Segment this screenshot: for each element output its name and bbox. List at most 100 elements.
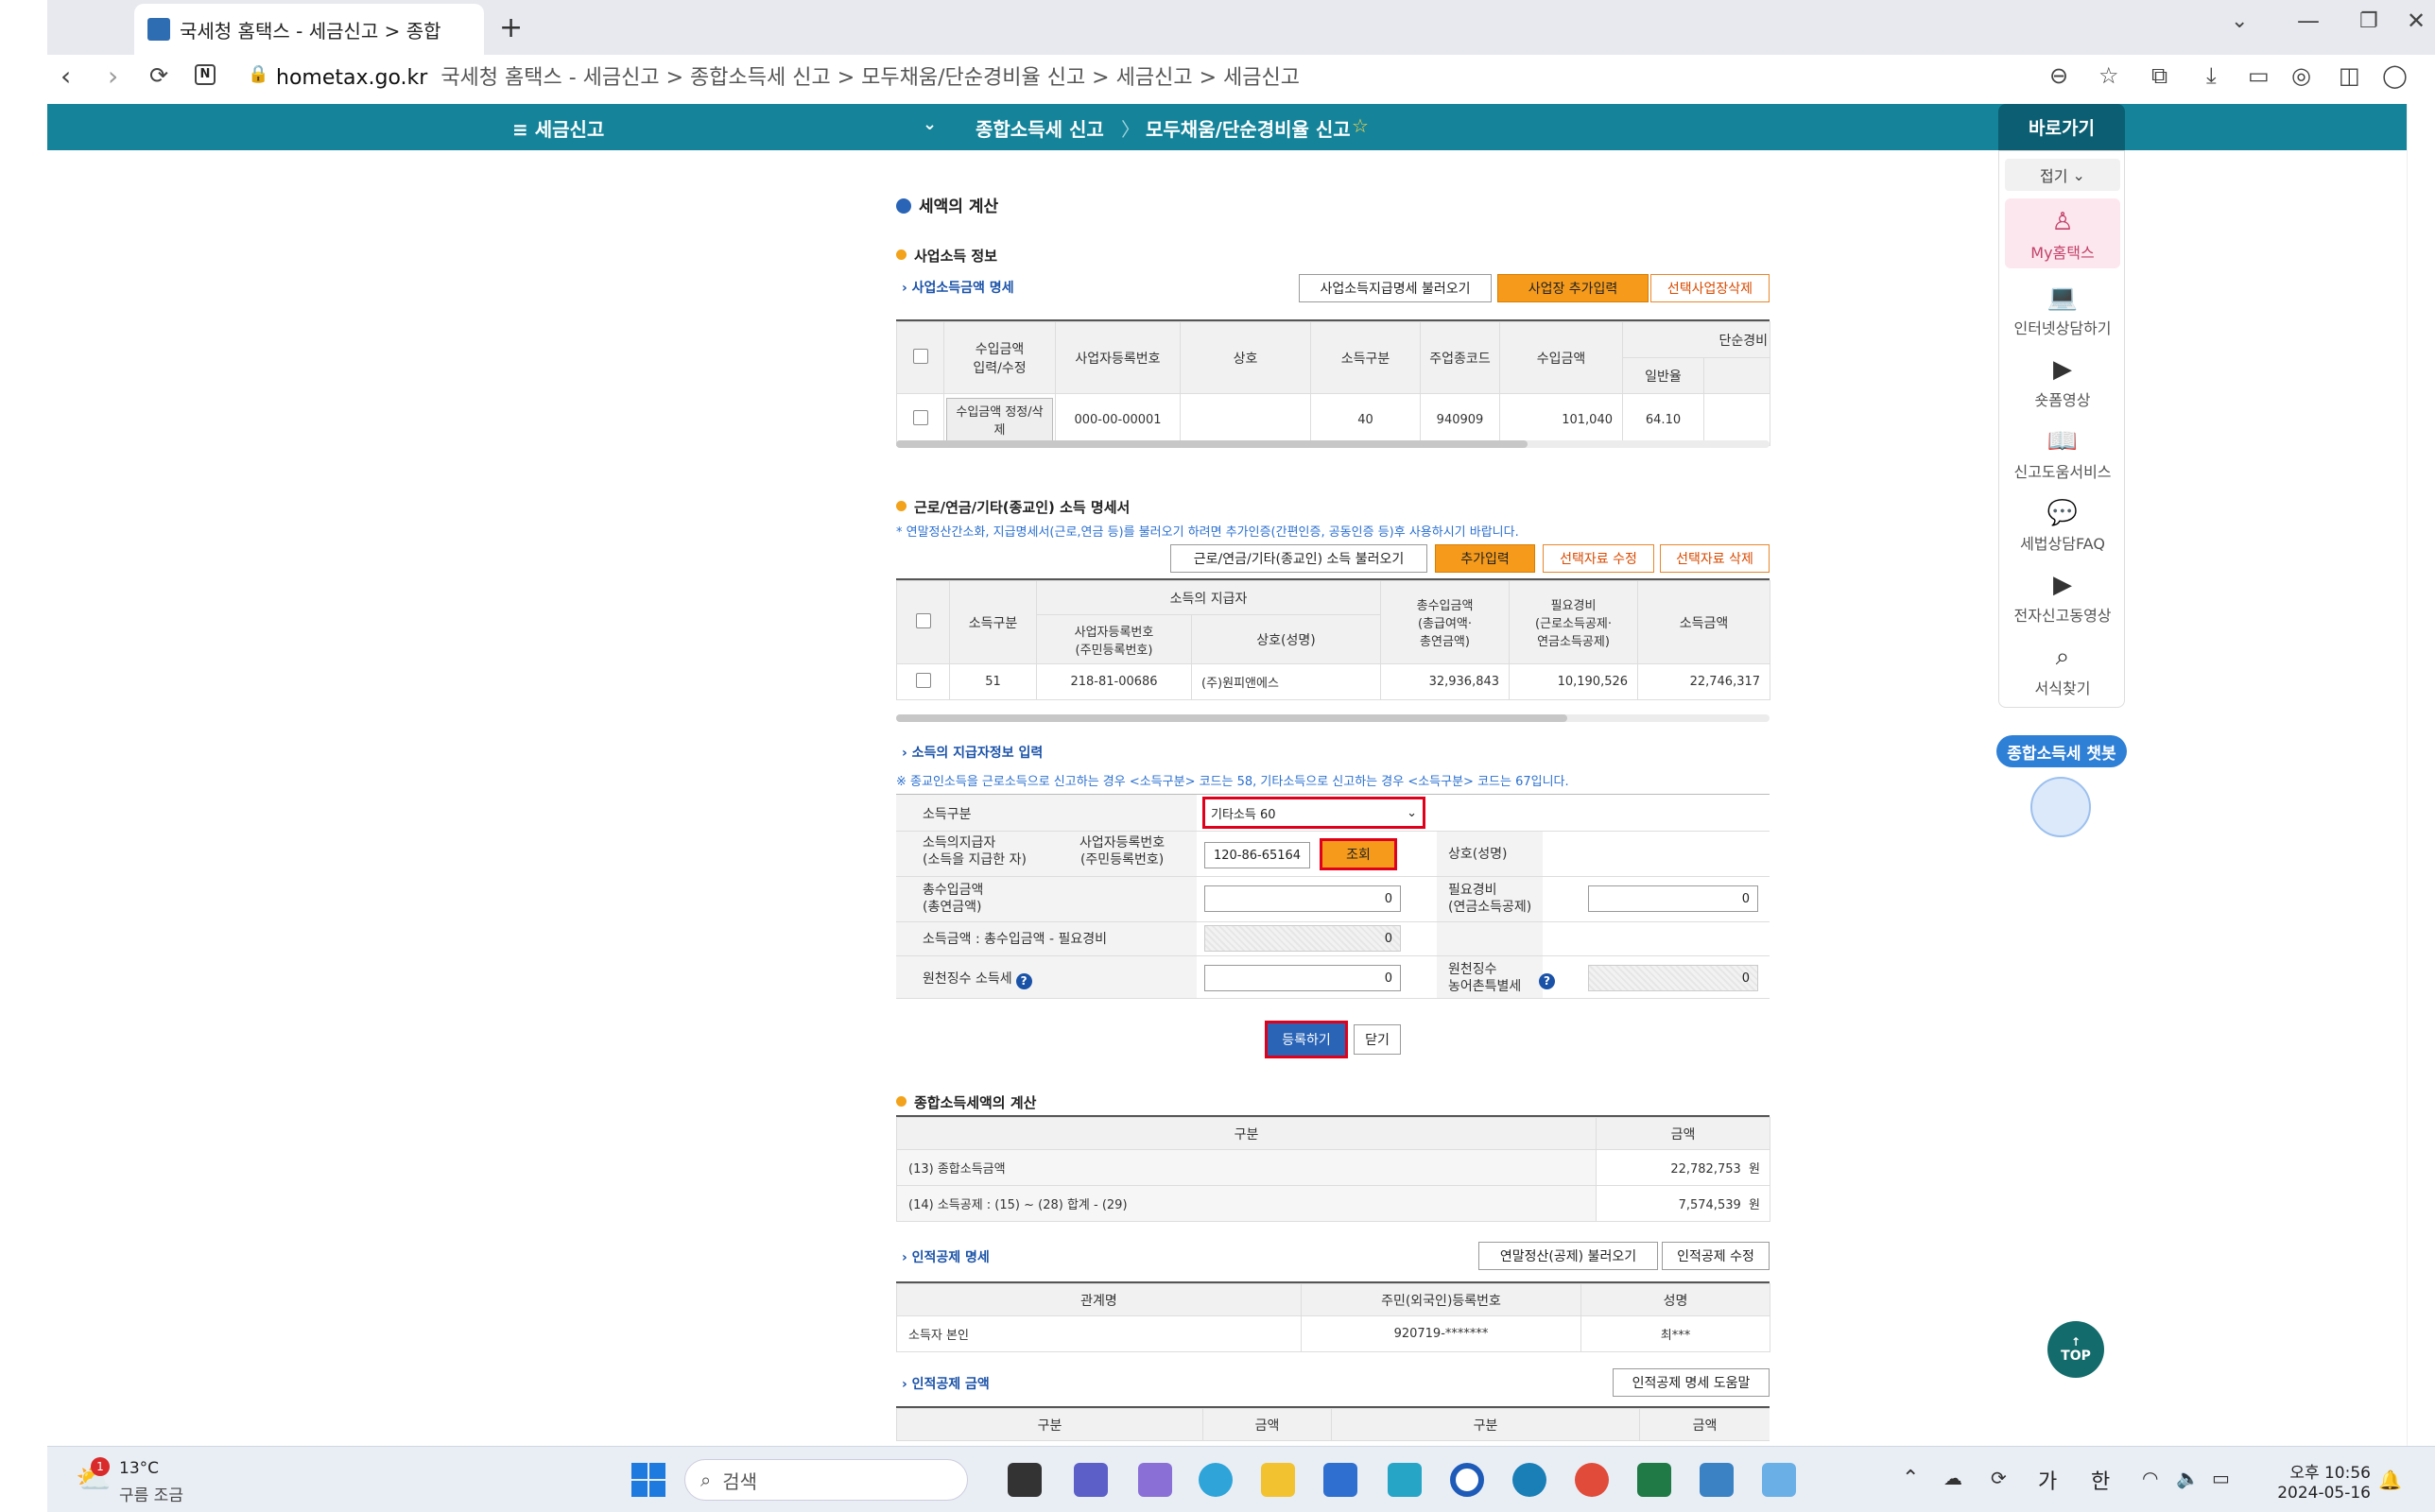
breadcrumb-simple-filing[interactable]: 모두채움/단순경비율 신고 (1146, 114, 1351, 142)
clock-date[interactable]: 2024-05-16 (2255, 1484, 2371, 1503)
expense-input[interactable]: 0 (1588, 885, 1758, 912)
personal-help-button[interactable]: 인적공제 명세 도움말 (1613, 1368, 1770, 1397)
favorites-icon[interactable]: ☆ (2098, 62, 2119, 89)
forward-icon[interactable]: › (108, 60, 118, 92)
edit-wage-button[interactable]: 선택자료 수정 (1543, 544, 1654, 573)
update-icon[interactable]: ⟳ (1991, 1467, 2007, 1489)
cloud-icon[interactable]: ☁ (1943, 1467, 1962, 1489)
checkbox[interactable] (915, 672, 931, 688)
file-explorer-icon[interactable] (1261, 1463, 1295, 1497)
task-view-icon[interactable] (1008, 1463, 1042, 1497)
store-icon[interactable] (1323, 1463, 1357, 1497)
lookup-button[interactable]: 조회 (1320, 838, 1397, 870)
quick-filing-help[interactable]: 📖 신고도움서비스 (1999, 427, 2126, 482)
quick-faq[interactable]: 💬 세법상담FAQ (1999, 499, 2126, 554)
minimize-icon[interactable]: — (2297, 8, 2320, 34)
app-icon[interactable] (1138, 1463, 1172, 1497)
quick-form-search[interactable]: ⌕ 서식찾기 (1999, 643, 2126, 698)
download-icon[interactable]: ⤓ (2206, 62, 2217, 89)
extensions-icon[interactable]: ⧉ (2151, 62, 2167, 89)
volume-icon[interactable]: 🔈 (2176, 1467, 2200, 1489)
top-button[interactable]: ↑ TOP (2047, 1321, 2104, 1378)
teams-icon[interactable] (1074, 1463, 1108, 1497)
total-income-input[interactable]: 0 (1204, 885, 1401, 912)
app2-icon[interactable] (1762, 1463, 1796, 1497)
checkbox[interactable] (912, 410, 928, 425)
quick-label: 숏폼영상 (2034, 391, 2091, 409)
regno-input[interactable]: 120-86-65164 (1204, 842, 1310, 868)
income-type-select[interactable]: 기타소득 60 ⌄ (1202, 797, 1425, 829)
quick-my-hometax[interactable]: ♙ My홈택스 (1999, 208, 2126, 263)
row-select[interactable] (896, 663, 950, 700)
restore-icon[interactable]: ❐ (2359, 9, 2378, 33)
scrollbar-thumb[interactable] (896, 714, 1567, 722)
favorite-star-icon[interactable]: ☆ (1352, 114, 1369, 137)
edge-browser-icon[interactable] (1199, 1463, 1233, 1497)
biz-col-type: 소득구분 (1310, 321, 1421, 394)
browser-tab[interactable]: 국세청 홈택스 - 세금신고 > 종합 (134, 4, 484, 55)
ime-mode[interactable]: 가 (2038, 1465, 2057, 1495)
back-icon[interactable]: ‹ (60, 60, 71, 92)
capture-icon[interactable]: ◎ (2291, 62, 2311, 89)
ime-lang[interactable]: 한 (2091, 1465, 2110, 1495)
close-window-icon[interactable]: ✕ (2407, 8, 2426, 34)
chrome-icon[interactable] (1575, 1463, 1609, 1497)
url-text[interactable]: hometax.go.kr 국세청 홈택스 - 세금신고 > 종합소득세 신고 … (276, 60, 1300, 91)
temperature: 13°C (119, 1459, 160, 1478)
close-button[interactable]: 닫기 (1354, 1024, 1401, 1055)
scrollbar-thumb[interactable] (896, 440, 1528, 448)
help-icon[interactable]: ? (1535, 969, 1555, 989)
windows-start-icon[interactable] (631, 1463, 665, 1497)
taskbar-search[interactable]: ⌕ 검색 (684, 1459, 968, 1501)
circle-app-icon[interactable] (1450, 1463, 1484, 1497)
wifi-icon[interactable]: ◠ (2142, 1467, 2158, 1489)
load-yearend-button[interactable]: 연말정산(공제) 불러오기 (1478, 1242, 1658, 1270)
quick-shortform-video[interactable]: ▶ 숏폼영상 (1999, 355, 2126, 410)
quick-label: 전자신고동영상 (2013, 607, 2112, 625)
whale-browser-icon[interactable] (1512, 1463, 1546, 1497)
battery-icon[interactable]: ▭ (2212, 1467, 2230, 1489)
edit-amount-button[interactable]: 수입금액 정정/삭제 (946, 398, 1053, 441)
checkbox[interactable] (912, 348, 928, 364)
withholding-tax-input[interactable]: 0 (1204, 965, 1401, 991)
row-select[interactable] (896, 393, 944, 446)
naver-icon[interactable]: N (195, 64, 216, 85)
horizontal-scrollbar[interactable] (896, 714, 1770, 722)
excel-icon[interactable] (1637, 1463, 1671, 1497)
breadcrumb-income-tax[interactable]: 종합소득세 신고 (976, 114, 1104, 142)
register-button[interactable]: 등록하기 (1265, 1021, 1348, 1058)
profile-icon[interactable]: ◯ (2382, 62, 2408, 89)
clock-time[interactable]: 오후 10:56 (2265, 1459, 2371, 1483)
zoom-out-icon[interactable]: ⊖ (2049, 62, 2068, 89)
reload-icon[interactable]: ⟳ (149, 62, 168, 89)
wage-select-all[interactable] (896, 580, 950, 664)
load-biz-button[interactable]: 사업소득지급명세 불러오기 (1299, 274, 1492, 302)
chevron-up-icon[interactable]: ⌃ (1902, 1467, 1919, 1490)
col-category: 구분 (1331, 1408, 1640, 1441)
screenshot-icon[interactable]: ▭ (2248, 62, 2270, 89)
quick-filing-video[interactable]: ▶ 전자신고동영상 (1999, 571, 2126, 626)
add-wage-button[interactable]: 추가입력 (1435, 544, 1535, 573)
biz-col-empty (1703, 357, 1770, 394)
load-wage-button[interactable]: 근로/연금/기타(종교인) 소득 불러오기 (1170, 544, 1427, 573)
tab-search-icon[interactable]: ⌄ (2231, 9, 2248, 33)
edit-personal-button[interactable]: 인적공제 수정 (1662, 1242, 1770, 1270)
collapse-button[interactable]: 접기 ⌄ (2005, 159, 2120, 191)
bell-icon[interactable]: 🔔 (2378, 1469, 2402, 1491)
sidebar-toggle-icon[interactable]: ◫ (2339, 62, 2360, 89)
help-icon[interactable]: ? (1015, 973, 1032, 989)
add-biz-button[interactable]: 사업장 추가입력 (1497, 274, 1649, 302)
new-tab-icon[interactable]: + (499, 11, 523, 44)
quick-online-consult[interactable]: 💻 인터넷상담하기 (1999, 284, 2126, 338)
chatbot-button[interactable]: 종합소득세 챗봇 (1996, 735, 2127, 767)
checkbox[interactable] (915, 612, 931, 628)
notepad-icon[interactable] (1700, 1463, 1734, 1497)
chevron-down-icon[interactable]: ⌄ (923, 114, 937, 134)
sync-app-icon[interactable] (1388, 1463, 1422, 1497)
menu-tax-filing[interactable]: ≡ 세금신고 (512, 114, 604, 142)
delete-biz-button[interactable]: 선택사업장삭제 (1650, 274, 1770, 302)
delete-wage-button[interactable]: 선택자료 삭제 (1660, 544, 1770, 573)
horizontal-scrollbar[interactable] (896, 440, 1770, 448)
biz-select-all[interactable] (896, 321, 944, 394)
chatbot-mascot-icon[interactable] (2030, 777, 2091, 837)
